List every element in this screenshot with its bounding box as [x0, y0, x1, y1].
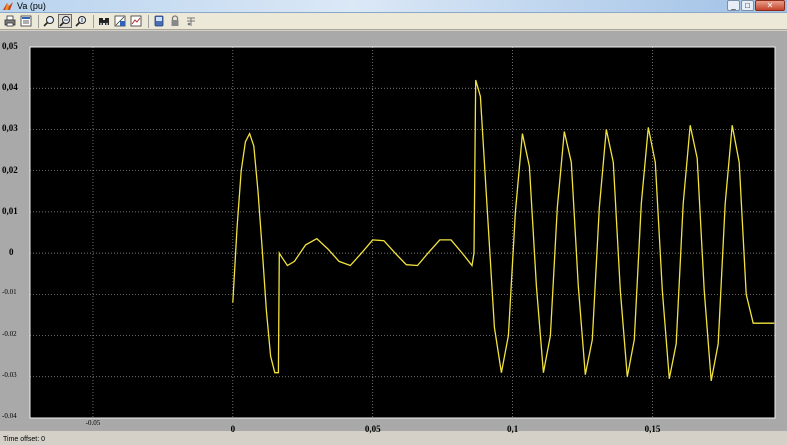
signal-selection-button[interactable]	[184, 14, 198, 28]
parameters-icon	[20, 15, 32, 27]
scope-toolbar	[0, 13, 787, 30]
print-button[interactable]	[3, 14, 17, 28]
save-axes-button[interactable]	[113, 14, 127, 28]
y-tick-label: 0	[9, 247, 14, 258]
toolbar-separator	[38, 14, 39, 28]
zoom-x-button[interactable]	[58, 14, 72, 28]
zoom-icon	[43, 16, 54, 27]
y-tick-label: -0.01	[2, 288, 17, 297]
lock-icon	[171, 15, 179, 26]
y-tick-label: -0.03	[2, 370, 17, 379]
save-axes-icon	[114, 15, 126, 27]
window-title: Va (pu)	[17, 1, 46, 11]
toolbar-separator	[148, 14, 149, 28]
lock-axes-button[interactable]	[168, 14, 182, 28]
zoom-y-icon	[75, 16, 86, 27]
minimize-button[interactable]: _	[727, 0, 740, 11]
maximize-button[interactable]: □	[741, 0, 754, 11]
zoom-x-icon	[59, 16, 70, 27]
y-tick-label: 0,05	[2, 41, 18, 51]
y-tick-label: -0.04	[2, 412, 17, 420]
restore-axes-button[interactable]	[129, 14, 143, 28]
autoscale-button[interactable]	[97, 14, 111, 28]
x-tick-label: 0	[230, 424, 236, 434]
parameters-button[interactable]	[19, 14, 33, 28]
zoom-y-button[interactable]	[74, 14, 88, 28]
print-icon	[4, 15, 16, 27]
window-titlebar[interactable]: Va (pu) _ □ ✕	[0, 0, 787, 13]
signal-selection-icon	[187, 17, 195, 26]
x-tick-label: -0.05	[85, 419, 101, 427]
zoom-button[interactable]	[42, 14, 56, 28]
x-tick-label: 0,1	[506, 424, 519, 434]
y-tick-label: 0,02	[2, 164, 18, 175]
x-tick-label: 0,15	[644, 424, 661, 434]
floating-scope-button[interactable]	[152, 14, 166, 28]
time-offset-value: 0	[41, 436, 46, 443]
time-offset-status: Time offset: 0	[3, 436, 45, 443]
floating-scope-icon	[154, 15, 164, 27]
y-tick-label: -0.02	[2, 329, 17, 338]
close-button[interactable]: ✕	[755, 0, 785, 11]
toolbar-separator	[93, 14, 94, 28]
y-tick-label: 0,03	[2, 123, 18, 134]
scope-plot-panel	[0, 31, 787, 431]
autoscale-icon	[99, 18, 109, 26]
matlab-icon	[3, 2, 13, 10]
time-offset-label: Time offset:	[3, 436, 40, 443]
y-tick-label: 0,01	[2, 205, 18, 216]
y-tick-label: 0,04	[2, 82, 18, 93]
restore-axes-icon	[130, 15, 142, 27]
x-tick-label: 0,05	[364, 424, 381, 434]
